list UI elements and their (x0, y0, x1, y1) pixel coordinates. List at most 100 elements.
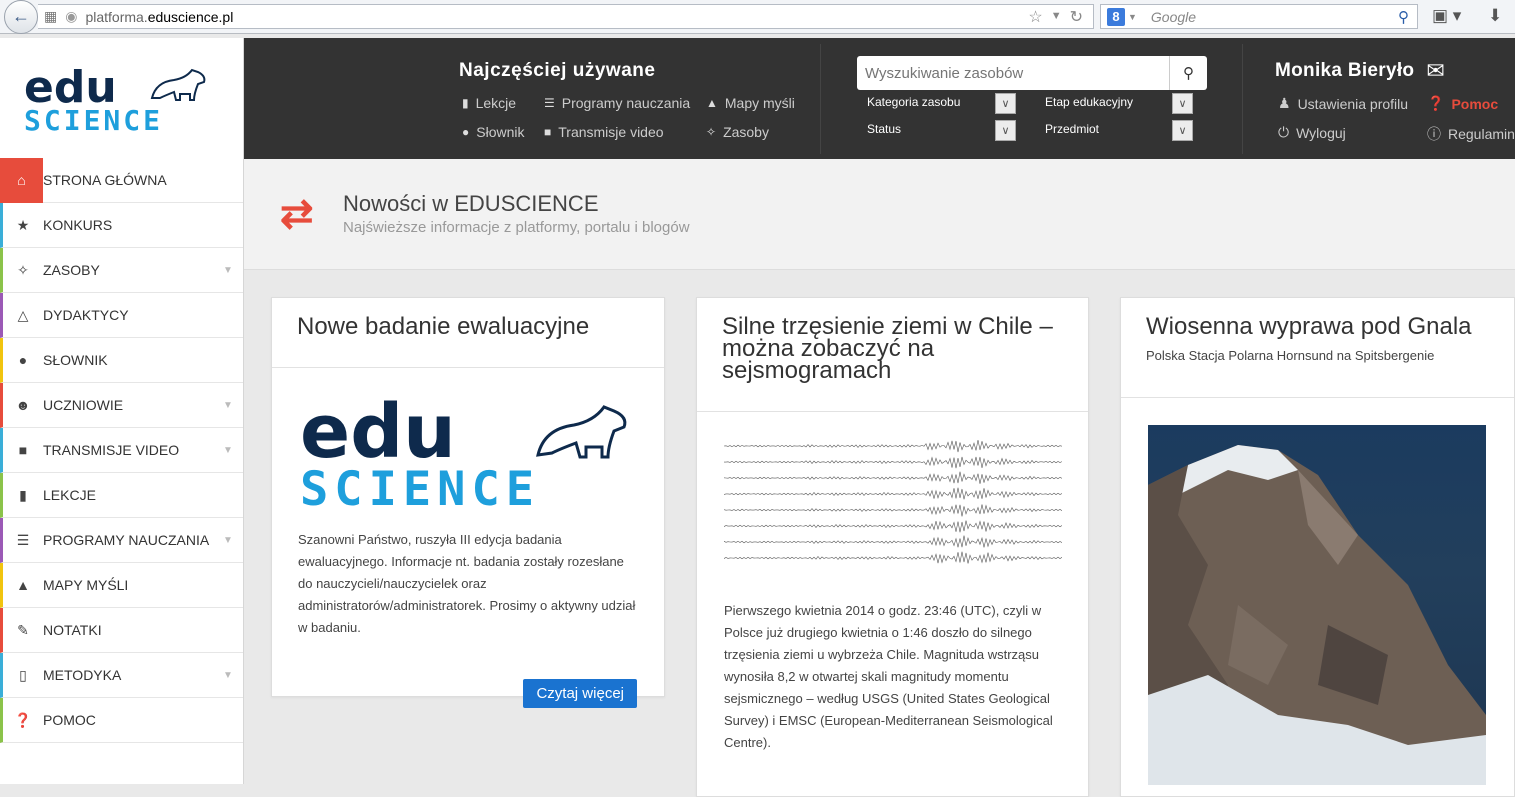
eduscience-logo-image[interactable]: edu SCIENCE (300, 389, 637, 517)
sidebar-item-lekcje[interactable]: ▮ LEKCJE (0, 473, 243, 518)
seismogram-trace (723, 520, 1063, 533)
download-icon[interactable]: ⬇ (1488, 6, 1502, 26)
reload-icon[interactable]: ↻ (1070, 7, 1083, 27)
link-transmisje-video[interactable]: ■ Transmisje video (544, 124, 664, 140)
resource-search-input[interactable] (857, 56, 1169, 90)
bookmarks-menu-icon[interactable]: ▣ ▾ (1432, 6, 1461, 26)
mountain-photo[interactable] (1148, 425, 1486, 785)
link-slownik[interactable]: ● Słownik (462, 124, 525, 140)
section-header: ⇄ Nowości w EDUSCIENCE Najświeższe infor… (244, 159, 1515, 270)
card-subtitle: Polska Stacja Polarna Hornsund na Spitsb… (1146, 348, 1435, 363)
link-label: Regulamin (1448, 126, 1515, 142)
sidebar-item-label: STRONA GŁÓWNA (43, 172, 167, 188)
sidebar-item-dydaktycy[interactable]: △ DYDAKTYCY (0, 293, 243, 338)
news-card: Wiosenna wyprawa pod Gnala Polska Stacja… (1120, 297, 1515, 797)
sidebar-item-label: POMOC (43, 712, 96, 728)
filter-przedmiot-label: Przedmiot (1045, 122, 1100, 136)
link-mapy-mysli[interactable]: ▲ Mapy myśli (706, 95, 795, 111)
link-zasoby[interactable]: ✧ Zasoby (706, 124, 769, 140)
link-lekcje[interactable]: ▮ Lekcje (462, 95, 516, 111)
wand-icon: ✧ (706, 125, 717, 139)
link-label: Ustawienia profilu (1297, 95, 1409, 112)
link-programy-nauczania[interactable]: ☰ Programy nauczania (544, 95, 690, 111)
video-camera-icon: ■ (544, 125, 552, 139)
question-icon: ❓ (14, 711, 32, 728)
user-name-text: Monika Bieryło (1275, 60, 1415, 81)
chevron-down-icon[interactable]: ▼ (213, 445, 243, 456)
chevron-down-icon: ∨ (1001, 98, 1010, 110)
card-text: Szanowni Państwo, ruszyła III edycja bad… (298, 532, 636, 635)
sidebar-item-uczniowie[interactable]: ☻ UCZNIOWIE ▼ (0, 383, 243, 428)
sidebar-item-mapy-mysli[interactable]: ▲ MAPY MYŚLI (0, 563, 243, 608)
sidebar-item-notatki[interactable]: ✎ NOTATKI (0, 608, 243, 653)
card-divider (1121, 397, 1514, 398)
filter-przedmiot-dropdown[interactable]: ∨ (1172, 120, 1193, 141)
google-icon[interactable]: 8 (1107, 7, 1125, 26)
seismogram-image[interactable] (723, 436, 1063, 576)
help-link[interactable]: ❓ Pomoc (1427, 95, 1498, 112)
flask-icon: △ (17, 306, 29, 323)
link-label: Pomoc (1451, 95, 1499, 112)
video-camera-icon: ■ (18, 442, 28, 458)
chevron-down-icon[interactable]: ▼ (213, 400, 243, 411)
page-subtitle: Najświeższe informacje z platformy, port… (343, 219, 690, 236)
card-title[interactable]: Wiosenna wyprawa pod Gnala (1121, 298, 1514, 339)
sidebar-item-label: PROGRAMY NAUCZANIA (43, 532, 210, 548)
engine-dropdown-icon[interactable]: ▼ (1128, 12, 1137, 22)
sidebar-item-zasoby[interactable]: ✧ ZASOBY ▼ (0, 248, 243, 293)
sidebar-item-metodyka[interactable]: ▯ METODYKA ▼ (0, 653, 243, 698)
sidebar-item-label: SŁOWNIK (43, 352, 108, 368)
sidebar-item-label: UCZNIOWIE (43, 397, 124, 413)
address-bar[interactable]: ▦ ◉ platforma.eduscience.pl ☆ ▼ ↻ (38, 4, 1094, 29)
eduscience-logo[interactable]: edu SCIENCE (0, 38, 243, 158)
wand-icon: ✧ (17, 261, 29, 278)
sidebar-item-slownik[interactable]: ● SŁOWNIK (0, 338, 243, 383)
profile-settings-link[interactable]: ♟ Ustawienia profilu (1278, 95, 1408, 112)
filter-etap-label: Etap edukacyjny (1045, 95, 1134, 109)
dropdown-icon[interactable]: ▼ (1051, 10, 1062, 27)
list-icon: ☰ (16, 531, 30, 548)
read-more-button[interactable]: Czytaj więcej (523, 679, 637, 708)
browser-search-bar[interactable]: 8 ▼ Google ⚲ (1100, 4, 1418, 29)
chevron-down-icon[interactable]: ▼ (213, 535, 243, 546)
browser-search-input[interactable]: Google (1151, 9, 1196, 25)
chevron-down-icon[interactable]: ▼ (213, 670, 243, 681)
filter-status-label: Status (867, 122, 902, 136)
url-text[interactable]: platforma.eduscience.pl (85, 9, 233, 25)
link-label: Transmisje video (558, 124, 664, 140)
card-title[interactable]: Nowe badanie ewaluacyjne (272, 298, 664, 367)
search-icon[interactable]: ⚲ (1398, 8, 1409, 26)
chevron-down-icon: ∨ (1178, 125, 1187, 137)
sidebar-item-strona-glowna[interactable]: ⌂ STRONA GŁÓWNA (0, 157, 243, 203)
logout-link[interactable]: ⏻ Wyloguj (1278, 124, 1346, 141)
envelope-icon[interactable]: ✉ (1426, 58, 1445, 84)
seismogram-trace (723, 551, 1063, 564)
filter-status-dropdown[interactable]: ∨ (995, 120, 1016, 141)
seismogram-trace (723, 504, 1063, 517)
list-icon: ☰ (544, 96, 555, 110)
chevron-down-icon[interactable]: ▼ (213, 265, 243, 276)
top-bar: Najczęściej używane ▮ Lekcje ☰ Programy na… (244, 38, 1515, 159)
search-button[interactable]: ⚲ (1169, 56, 1207, 90)
back-button[interactable]: ← (4, 0, 38, 34)
link-label: Mapy myśli (724, 95, 795, 111)
sidebar-item-pomoc[interactable]: ❓ POMOC (0, 698, 243, 743)
filter-kategoria-label: Kategoria zasobu (867, 95, 961, 109)
microphone-icon: ● (18, 352, 28, 368)
filter-kategoria-dropdown[interactable]: ∨ (995, 93, 1016, 114)
card-title[interactable]: Silne trzęsienie ziemi w Chile – można z… (697, 298, 1088, 411)
rules-link[interactable]: ⓘ Regulamin (1427, 124, 1515, 144)
tab-groups-icon[interactable]: ▦ (44, 8, 57, 25)
arrow-left-icon: ← (12, 6, 30, 26)
card-text: Pierwszego kwietnia 2014 o godz. 23:46 (… (724, 603, 1053, 750)
sidebar-item-konkurs[interactable]: ★ KONKURS (0, 203, 243, 248)
user-icon: ♟ (1278, 95, 1291, 111)
filter-etap-dropdown[interactable]: ∨ (1172, 93, 1193, 114)
user-name: Monika Bieryło ✉ (1275, 58, 1445, 84)
sidebar-item-transmisje-video[interactable]: ■ TRANSMISJE VIDEO ▼ (0, 428, 243, 473)
sidebar-item-programy-nauczania[interactable]: ☰ PROGRAMY NAUCZANIA ▼ (0, 518, 243, 563)
resource-search: ⚲ (857, 56, 1207, 90)
question-icon: ❓ (1427, 95, 1445, 111)
browser-toolbar: ← ▦ ◉ platforma.eduscience.pl ☆ ▼ ↻ 8 ▼ … (0, 0, 1515, 34)
bookmark-star-icon[interactable]: ☆ (1028, 7, 1042, 27)
